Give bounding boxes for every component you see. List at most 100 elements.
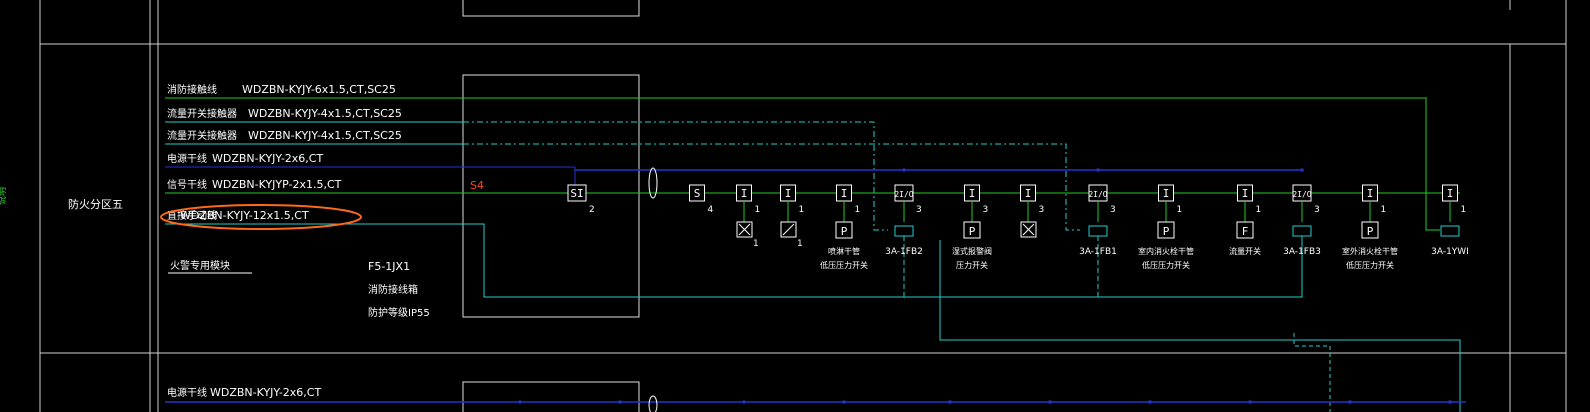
module-box xyxy=(1292,225,1312,237)
device-count: 1 xyxy=(1381,205,1387,215)
device-count: 3 xyxy=(1314,205,1320,215)
device-count: 3 xyxy=(1039,205,1045,215)
bottom-tap xyxy=(1248,400,1252,404)
device-count: 1 xyxy=(1256,205,1262,215)
device-count: 3 xyxy=(983,205,989,215)
device-caption: 3A-1FB1 xyxy=(1079,247,1117,257)
device-caption: 压力开关 xyxy=(956,260,988,270)
valve-cross xyxy=(738,223,751,236)
device-count: 1 xyxy=(799,205,805,215)
below-count: 1 xyxy=(753,239,759,249)
device-symbol: I xyxy=(741,187,748,200)
top-green-line xyxy=(463,97,1440,231)
sensor-letter: P xyxy=(969,225,976,238)
bottom-bus xyxy=(165,395,1466,412)
valve-cross xyxy=(1022,223,1035,236)
device-symbol: I xyxy=(1025,187,1032,200)
device-5: 2I/O3 3A-1FB2 xyxy=(885,168,923,257)
cable-spec: WDZBN-KYJY-4x1.5,CT,SC25 xyxy=(248,129,402,142)
device-symbol: I xyxy=(841,187,848,200)
device-2: I11 xyxy=(736,184,761,249)
device-symbol: I xyxy=(1163,187,1170,200)
device-caption: 低压压力开关 xyxy=(1346,260,1394,270)
junction-cabinet-box xyxy=(462,74,640,318)
cyan-line-2 xyxy=(463,143,1080,231)
device-count: 1 xyxy=(1461,205,1467,215)
cable-name: 流量开关接触器 xyxy=(167,129,237,142)
cable-spec: WDZBN-KYJY-2x6,CT xyxy=(212,152,323,165)
sensor-letter: F xyxy=(1242,225,1249,238)
cabinet-name: 消防接线箱 xyxy=(368,283,418,296)
device-4: I1P 喷淋干管低压压力开关 xyxy=(820,184,868,270)
cable-spec: WDZBN-KYJY-12x1.5,CT xyxy=(180,209,309,222)
bottom-tap xyxy=(742,400,746,404)
cable-name: 流量开关接触器 xyxy=(167,107,237,120)
cable-name: 消防接触线 xyxy=(167,83,217,96)
device-12: I1P 室外消火栓干管低压压力开关 xyxy=(1342,184,1398,270)
device-symbol: 2I/O xyxy=(1088,190,1107,199)
bottom-tap xyxy=(948,400,952,404)
damper-arrow xyxy=(782,223,795,236)
dedicated-module-label: 火警专用模块 xyxy=(170,259,230,272)
edge-label: 说明 xyxy=(0,187,8,205)
device-8: 2I/O3 3A-1FB1 xyxy=(1079,168,1117,257)
device-count: 1 xyxy=(855,205,861,215)
cabinet-protection: 防护等级IP55 xyxy=(368,306,430,319)
device-symbol: I xyxy=(1367,187,1374,200)
below-count: 1 xyxy=(797,239,803,249)
bus-tap xyxy=(1096,168,1100,172)
bottom-cable-spec: WDZBN-KYJY-2x6,CT xyxy=(210,386,321,399)
fire-alarm-schematic: 说明 防火分区五 消防接触线 WDZBN-KYJY-6x1.5,CT,SC25 流量… xyxy=(0,0,1567,412)
device-count: 4 xyxy=(708,205,714,215)
device-caption: 低压压力开关 xyxy=(820,260,868,270)
cable-name: 信号干线 xyxy=(167,178,207,191)
sensor-letter: P xyxy=(1163,225,1170,238)
device-symbol: 2I/O xyxy=(1292,190,1311,199)
device-0: SI 2 xyxy=(567,184,595,215)
device-3: I11 xyxy=(780,184,805,249)
device-caption: 室外消火栓干管 xyxy=(1342,246,1398,256)
bottom-tap xyxy=(1048,400,1052,404)
device-symbol: I xyxy=(1447,187,1454,200)
device-row: SI2S4I11I11I1P喷淋干管低压压力开关2I/O33A-1FB2I3P湿… xyxy=(567,168,1469,270)
device-count: 2 xyxy=(589,205,595,215)
bottom-isolator xyxy=(648,395,658,412)
zone-label: 防火分区五 xyxy=(68,197,123,211)
bottom-tap xyxy=(1348,400,1352,404)
lower-branch xyxy=(1293,333,1331,412)
bottom-tap xyxy=(618,400,622,404)
device-caption: 流量开关 xyxy=(1229,246,1261,256)
device-caption: 3A-1FB2 xyxy=(885,247,923,257)
device-caption: 3A-1YWI xyxy=(1431,247,1469,257)
bottom-cable-name: 电源干线 xyxy=(167,386,207,399)
device-symbol: I xyxy=(969,187,976,200)
device-symbol: I xyxy=(1242,187,1249,200)
device-1: S4 xyxy=(689,184,714,215)
bus-tap xyxy=(902,168,906,172)
device-symbol: S xyxy=(694,187,701,200)
cabinet-id: F5-1JX1 xyxy=(368,260,410,273)
module-box xyxy=(1088,225,1108,237)
device-symbol: I xyxy=(785,187,792,200)
boxes xyxy=(462,0,640,412)
device-caption: 低压压力开关 xyxy=(1142,260,1190,270)
module-box xyxy=(1440,225,1460,237)
sensor-letter: P xyxy=(841,225,848,238)
bottom-tap xyxy=(842,400,846,404)
cable-labels: 消防接触线 WDZBN-KYJY-6x1.5,CT,SC25 流量开关接触器 WDZB… xyxy=(165,83,575,225)
device-count: 1 xyxy=(1177,205,1183,215)
bottom-tap xyxy=(1148,400,1152,404)
device-10: I1F 流量开关 xyxy=(1229,184,1262,256)
device-caption: 3A-1FB3 xyxy=(1283,247,1321,257)
cable-name: 电源干线 xyxy=(167,152,207,165)
device-6: I3P 湿式报警阀压力开关 xyxy=(952,184,992,270)
device-count: 1 xyxy=(755,205,761,215)
device-symbol: 2I/O xyxy=(894,190,913,199)
bottom-tap xyxy=(518,400,522,404)
device-count: 3 xyxy=(916,205,922,215)
device-caption: 湿式报警阀 xyxy=(952,246,992,256)
device-count: 3 xyxy=(1110,205,1116,215)
device-caption: 室内消火栓干管 xyxy=(1138,246,1194,256)
cable-spec: WDZBN-KYJYP-2x1.5,CT xyxy=(212,178,342,191)
cable-spec: WDZBN-KYJY-4x1.5,CT,SC25 xyxy=(248,107,402,120)
